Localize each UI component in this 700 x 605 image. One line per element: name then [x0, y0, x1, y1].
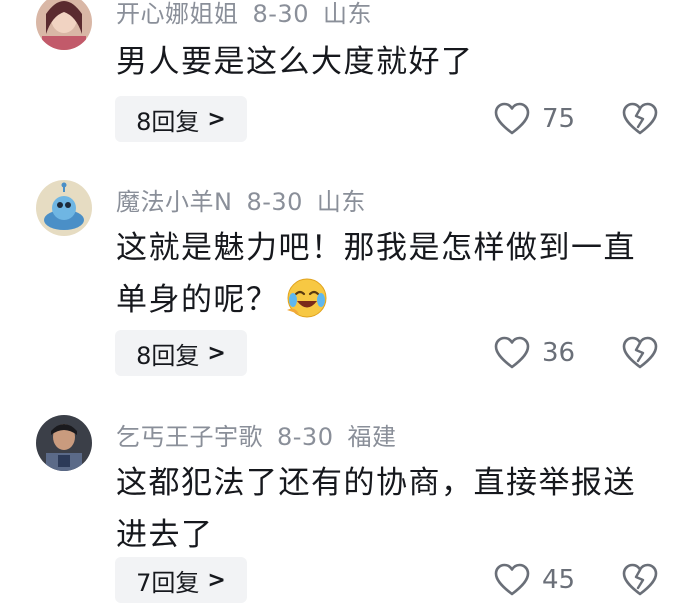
comment-location: 山东: [322, 0, 372, 28]
like-button[interactable]: 75: [494, 96, 575, 142]
chevron-right-icon: >: [207, 567, 226, 593]
like-count: 36: [542, 338, 576, 368]
chevron-right-icon: >: [207, 340, 226, 366]
comment-date: 8-30: [277, 423, 334, 451]
like-count: 75: [542, 104, 576, 134]
reply-button[interactable]: 7回复 >: [115, 557, 247, 603]
comment-item: 魔法小羊N 8-30 山东 这就是魅力吧！那我是怎样做到一直单身的呢？ 8回复 > 3…: [0, 170, 700, 390]
heart-outline-icon: [494, 102, 530, 135]
comment-text: 这就是魅力吧！那我是怎样做到一直单身的呢？: [116, 222, 656, 326]
username[interactable]: 魔法小羊N: [116, 188, 232, 216]
comment-date: 8-30: [252, 0, 309, 28]
broken-heart-icon: [622, 563, 658, 596]
dislike-button[interactable]: [622, 96, 660, 142]
reply-label: 8回复: [136, 107, 200, 136]
avatar[interactable]: [36, 180, 92, 236]
comment-text-content: 这就是魅力吧！那我是怎样做到一直单身的呢？: [116, 230, 636, 318]
dislike-button[interactable]: [622, 330, 660, 376]
like-button[interactable]: 45: [494, 557, 575, 603]
comment-meta: 魔法小羊N 8-30 山东: [116, 182, 380, 217]
heart-outline-icon: [494, 563, 530, 596]
chevron-right-icon: >: [207, 106, 226, 132]
comment-item: 开心娜姐姐 8-30 山东 男人要是这么大度就好了 8回复 > 75: [0, 0, 700, 150]
broken-heart-icon: [622, 102, 658, 135]
avatar[interactable]: [36, 0, 92, 50]
like-count: 45: [542, 565, 576, 595]
avatar[interactable]: [36, 415, 92, 471]
comment-location: 福建: [347, 423, 397, 451]
comment-text: 男人要是这么大度就好了: [116, 44, 474, 80]
reply-button[interactable]: 8回复 >: [115, 96, 247, 142]
heart-outline-icon: [494, 336, 530, 369]
dislike-button[interactable]: [622, 557, 660, 603]
comment-location: 山东: [316, 188, 366, 216]
comment-text: 这都犯法了还有的协商，直接举报送进去了: [116, 465, 636, 553]
reply-button[interactable]: 8回复 >: [115, 330, 247, 376]
crying-laughing-emoji-icon: [286, 278, 326, 318]
reply-label: 8回复: [136, 341, 200, 370]
username[interactable]: 开心娜姐姐: [116, 0, 239, 28]
reply-label: 7回复: [136, 568, 200, 597]
comment-item: 乞丐王子宇歌 8-30 福建 这都犯法了还有的协商，直接举报送进去了 7回复 > 45: [0, 405, 700, 605]
comment-meta: 乞丐王子宇歌 8-30 福建: [116, 417, 410, 452]
comment-meta: 开心娜姐姐 8-30 山东: [116, 0, 386, 29]
comment-date: 8-30: [246, 188, 303, 216]
username[interactable]: 乞丐王子宇歌: [116, 423, 263, 451]
broken-heart-icon: [622, 336, 658, 369]
like-button[interactable]: 36: [494, 330, 575, 376]
